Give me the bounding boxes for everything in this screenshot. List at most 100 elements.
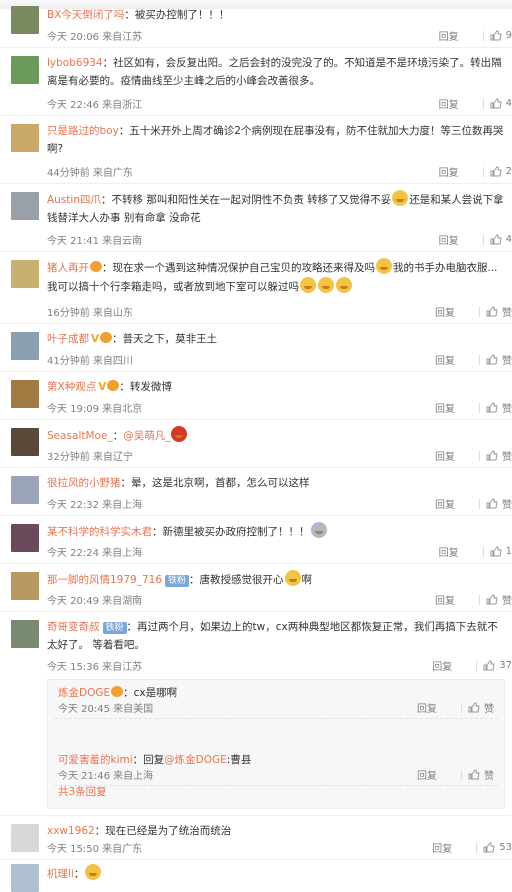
more-replies-link[interactable]: 共3条回复 <box>58 784 107 799</box>
like-button[interactable]: 1 <box>490 546 512 557</box>
avatar[interactable] <box>11 192 39 220</box>
like-button[interactable]: 2 <box>490 166 512 177</box>
like-count: 53 <box>499 842 512 853</box>
like-button[interactable]: 赞 <box>486 400 512 415</box>
divider <box>482 98 484 109</box>
divider <box>479 402 480 413</box>
like-count: 37 <box>499 660 512 671</box>
like-button[interactable]: 9 <box>490 30 512 41</box>
reply-button[interactable]: 回复 <box>435 496 479 511</box>
like-count: 赞 <box>502 500 512 511</box>
reply-item: 可爱害羞的kimi：回复@炼金DOGE:曹县 今天 21:46 来自上海 回复 … <box>54 747 498 786</box>
comment-text: 奇哥变奇叔 铁粉 ：再过两个月，如果边上的tw，cx两种典型地区都恢复正常，我们再搞… <box>47 618 506 654</box>
avatar[interactable] <box>11 124 39 152</box>
smile-emoji-icon <box>284 570 301 586</box>
reply-button[interactable]: 回复 <box>435 448 479 463</box>
like-button[interactable]: 赞 <box>468 767 494 782</box>
reply-button[interactable]: 回复 <box>439 164 483 179</box>
reply-button[interactable]: 回复 <box>435 304 479 319</box>
reply-button[interactable]: 回复 <box>435 400 479 415</box>
username[interactable]: lybob6934 <box>47 57 103 69</box>
username[interactable]: 猪人再开 <box>47 262 89 274</box>
like-button[interactable]: 赞 <box>468 700 494 715</box>
member-badge-icon <box>100 332 113 343</box>
comment-actions: 回复 赞 <box>435 304 512 319</box>
thumb-up-icon <box>490 30 502 41</box>
comment-actions: 回复 1 <box>439 544 512 559</box>
comment-text: SeasaltMoe_：@吴萌凡_ <box>47 426 506 445</box>
comment-text: BX今天倒闭了吗：被买办控制了！！！ <box>47 6 506 24</box>
divider <box>476 842 478 853</box>
comment-item: BX今天倒闭了吗：被买办控制了！！！ 今天 20:06 来自江苏 回复 9 <box>0 0 512 48</box>
divider <box>479 306 480 317</box>
like-count: 赞 <box>484 771 494 782</box>
reply-button[interactable]: 回复 <box>439 96 483 111</box>
avatar[interactable] <box>11 572 39 600</box>
like-button[interactable]: 赞 <box>486 448 512 463</box>
username[interactable]: 第X种观点 <box>47 381 96 393</box>
reply-button[interactable]: 回复 <box>435 592 479 607</box>
comment-body: ：晕，这是北京啊，首都，怎么可以这样 <box>120 477 310 489</box>
reply-button[interactable]: 回复 <box>432 840 476 855</box>
avatar[interactable] <box>11 380 39 408</box>
comment-actions: 回复 37 <box>432 658 512 673</box>
comment-meta: 41分钟前 来自四川 <box>47 356 133 367</box>
avatar[interactable] <box>11 56 39 84</box>
username[interactable]: 可爱害羞的kimi <box>58 754 133 766</box>
divider <box>482 30 484 41</box>
reply-button[interactable]: 回复 <box>417 767 461 782</box>
avatar[interactable] <box>11 6 39 34</box>
comment-text: 猪人再开 ：现在求一个遇到这种情况保护自己宝贝的攻略还来得及吗 我的书手办电脑衣服.… <box>47 258 506 296</box>
reply-button[interactable]: 回复 <box>417 700 461 715</box>
comment-text: xxw1962：现在已经是为了统治而统治 <box>47 822 506 840</box>
mention-link[interactable]: @炼金DOGE <box>164 754 227 766</box>
reply-button[interactable]: 回复 <box>439 544 483 559</box>
like-button[interactable]: 赞 <box>486 304 512 319</box>
username[interactable]: Austin四爪 <box>47 194 101 206</box>
comment-text: 很拉风的小野猪：晕，这是北京啊，首都，怎么可以这样 <box>47 474 506 492</box>
like-button[interactable]: 53 <box>483 842 512 853</box>
comment-actions: 回复 2 <box>439 164 512 179</box>
thumb-up-icon <box>486 402 498 413</box>
divider <box>482 166 484 177</box>
divider <box>479 354 480 365</box>
avatar[interactable] <box>11 864 39 892</box>
reply-button[interactable]: 回复 <box>439 232 483 247</box>
comment-item: SeasaltMoe_：@吴萌凡_ 32分钟前 来自辽宁 回复 赞 <box>0 420 512 468</box>
username[interactable]: 只是路过的boy <box>47 125 119 137</box>
username[interactable]: 机理li <box>47 868 74 880</box>
avatar[interactable] <box>11 260 39 288</box>
username[interactable]: 炼金DOGE <box>58 687 110 699</box>
comment-meta: 今天 22:46 来自浙江 <box>47 100 143 111</box>
avatar[interactable] <box>11 332 39 360</box>
like-button[interactable]: 赞 <box>486 592 512 607</box>
mention-link[interactable]: @吴萌凡_ <box>123 430 170 442</box>
avatar[interactable] <box>11 620 39 648</box>
reply-button[interactable]: 回复 <box>432 658 476 673</box>
comment-actions: 回复 53 <box>432 840 512 855</box>
like-button[interactable]: 4 <box>490 98 512 109</box>
avatar[interactable] <box>11 524 39 552</box>
username[interactable]: 奇哥变奇叔 <box>47 621 100 633</box>
avatar[interactable] <box>11 428 39 456</box>
avatar[interactable] <box>11 824 39 852</box>
reply-body: ：回复 <box>132 754 165 766</box>
username[interactable]: 某不科学的科学实木君 <box>47 526 152 538</box>
reply-body: :曹县 <box>226 754 252 766</box>
reply-button[interactable]: 回复 <box>439 28 483 43</box>
like-button[interactable]: 赞 <box>486 496 512 511</box>
username[interactable]: BX今天倒闭了吗 <box>47 9 124 21</box>
like-button[interactable]: 4 <box>490 234 512 245</box>
avatar[interactable] <box>11 476 39 504</box>
username[interactable]: 很拉风的小野猪 <box>47 477 121 489</box>
username[interactable]: 那一脚的风情1979_716 <box>47 574 162 586</box>
like-button[interactable]: 37 <box>483 660 512 671</box>
username[interactable]: 叶子成都 <box>47 333 89 345</box>
username[interactable]: xxw1962 <box>47 825 95 837</box>
comment-item: 那一脚的风情1979_716 铁粉 ：唐教授感觉很开心 啊 今天 20:49 来自湖南… <box>0 564 512 612</box>
like-button[interactable]: 赞 <box>486 352 512 367</box>
reply-button[interactable]: 回复 <box>435 352 479 367</box>
comment-meta: 今天 15:50 来自广东 <box>47 844 143 855</box>
username[interactable]: SeasaltMoe_ <box>47 430 113 442</box>
comment-meta: 32分钟前 来自辽宁 <box>47 452 133 463</box>
